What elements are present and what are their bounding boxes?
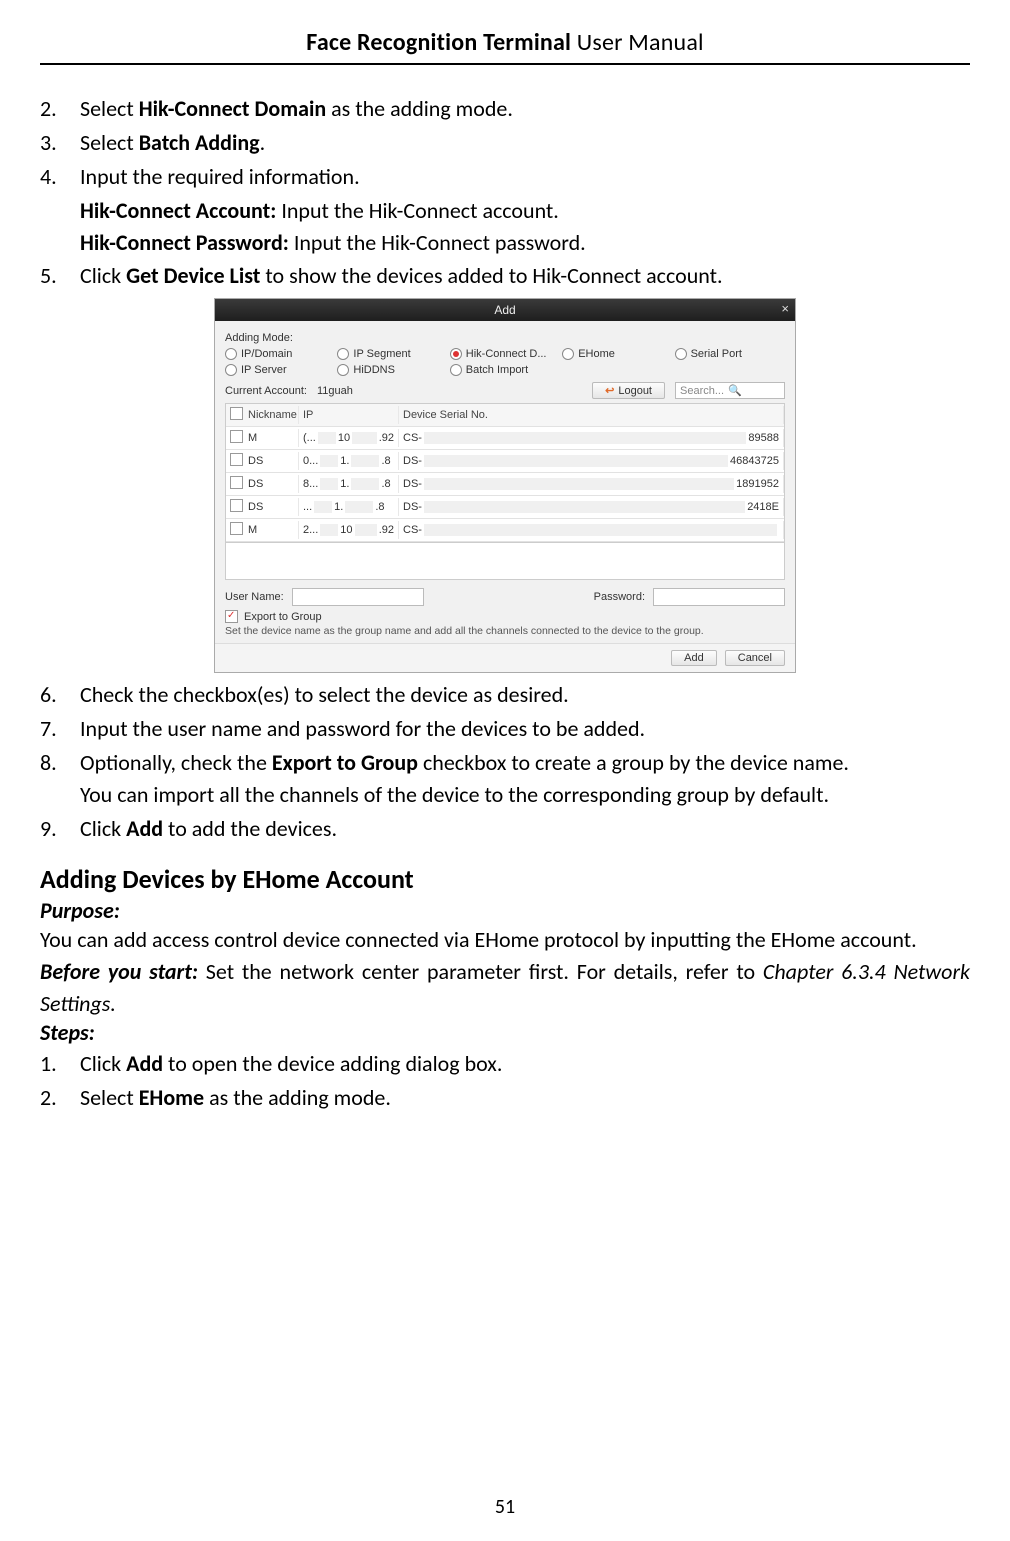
step-4-line-2: Hik-Connect Password: Input the Hik-Conn… [80, 227, 970, 259]
adding-mode-radio[interactable]: EHome [562, 348, 672, 360]
export-to-group-checkbox[interactable] [225, 610, 238, 623]
current-account-value: 11guah [317, 385, 582, 397]
current-account-label: Current Account: [225, 385, 307, 397]
radio-icon [562, 348, 574, 360]
adding-mode-radios: IP/DomainIP SegmentHik-Connect D...EHome… [225, 348, 785, 376]
table-row[interactable]: DS0...1..8DS-46843725 [226, 450, 784, 473]
header-rule [40, 63, 970, 65]
password-input[interactable] [653, 588, 785, 606]
cancel-button[interactable]: Cancel [725, 650, 785, 666]
row-checkbox[interactable] [230, 522, 243, 535]
username-input[interactable] [292, 588, 424, 606]
logout-button[interactable]: ↩Logout [592, 382, 665, 399]
dialog-titlebar: Add × [215, 299, 795, 321]
purpose-label: Purpose: [40, 897, 970, 924]
adding-mode-radio[interactable]: HiDDNS [337, 364, 447, 376]
table-row[interactable]: DS...1..8DS-2418E [226, 496, 784, 519]
steps-label: Steps: [40, 1019, 970, 1046]
export-hint: Set the device name as the group name an… [225, 625, 785, 637]
purpose-text: You can add access control device connec… [40, 924, 970, 956]
ehome-step-1: 1. Click Add to open the device adding d… [40, 1048, 970, 1080]
dialog-title: Add [494, 303, 515, 317]
device-table: Nickname IP Device Serial No. M(...10.92… [225, 403, 785, 543]
step-6: 6. Check the checkbox(es) to select the … [40, 679, 970, 711]
adding-mode-radio[interactable]: Hik-Connect D... [450, 348, 560, 360]
header-title-plain: User Manual [571, 28, 704, 57]
radio-icon [225, 364, 237, 376]
radio-icon [450, 348, 462, 360]
section-heading: Adding Devices by EHome Account [40, 863, 970, 895]
page-header: Face Recognition Terminal User Manual [40, 28, 970, 57]
page-number: 51 [0, 1495, 1010, 1519]
adding-mode-radio[interactable]: Serial Port [675, 348, 785, 360]
radio-icon [675, 348, 687, 360]
radio-icon [225, 348, 237, 360]
step-3: 3. Select Batch Adding. [40, 127, 970, 159]
export-to-group-label: Export to Group [244, 611, 322, 623]
radio-icon [337, 364, 349, 376]
table-header: Nickname IP Device Serial No. [226, 404, 784, 427]
table-row[interactable]: M(...10.92CS-89588 [226, 427, 784, 450]
radio-icon [450, 364, 462, 376]
ehome-step-2: 2. Select EHome as the adding mode. [40, 1082, 970, 1114]
add-button[interactable]: Add [671, 650, 717, 666]
password-label: Password: [594, 591, 645, 603]
step-8: 8. Optionally, check the Export to Group… [40, 747, 970, 811]
add-dialog: Add × Adding Mode: IP/DomainIP SegmentHi… [214, 298, 796, 673]
before-you-start: Before you start: Set the network center… [40, 956, 970, 1020]
adding-mode-radio[interactable]: IP/Domain [225, 348, 335, 360]
table-empty-area [225, 543, 785, 580]
step-4: 4. Input the required information. [40, 161, 970, 193]
adding-mode-radio[interactable]: Batch Import [450, 364, 560, 376]
step-9: 9. Click Add to add the devices. [40, 813, 970, 845]
search-icon: 🔍 [728, 384, 742, 397]
step-7: 7. Input the user name and password for … [40, 713, 970, 745]
username-label: User Name: [225, 591, 284, 603]
radio-icon [337, 348, 349, 360]
adding-mode-radio[interactable]: IP Server [225, 364, 335, 376]
header-title-bold: Face Recognition Terminal [306, 28, 571, 57]
step-5: 5. Click Get Device List to show the dev… [40, 260, 970, 292]
logout-icon: ↩ [605, 384, 614, 397]
row-checkbox[interactable] [230, 499, 243, 512]
step-4-line-1: Hik-Connect Account: Input the Hik-Conne… [80, 195, 970, 227]
row-checkbox[interactable] [230, 476, 243, 489]
table-row[interactable]: M2...10.92CS- [226, 519, 784, 542]
select-all-checkbox[interactable] [230, 407, 243, 420]
search-input[interactable]: Search...🔍 [675, 382, 785, 399]
close-icon[interactable]: × [781, 301, 789, 316]
row-checkbox[interactable] [230, 453, 243, 466]
table-row[interactable]: DS8...1..8DS-1891952 [226, 473, 784, 496]
adding-mode-label: Adding Mode: [225, 332, 309, 344]
adding-mode-radio[interactable]: IP Segment [337, 348, 447, 360]
step-2: 2. Select Hik-Connect Domain as the addi… [40, 93, 970, 125]
row-checkbox[interactable] [230, 430, 243, 443]
